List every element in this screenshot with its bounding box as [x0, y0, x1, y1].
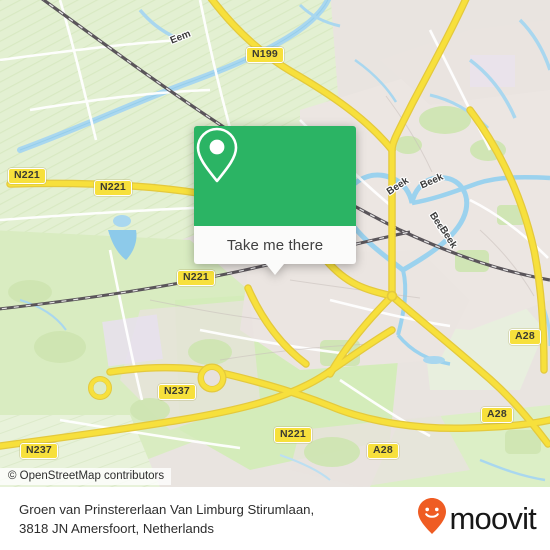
osm-attribution[interactable]: © OpenStreetMap contributors [0, 468, 172, 485]
take-me-there-label: Take me there [226, 236, 324, 254]
address-block: Groen van Prinstererlaan Van Limburg Sti… [19, 500, 314, 538]
moovit-logo[interactable]: moovit [417, 497, 537, 540]
road-shield-a28[interactable]: A28 [367, 443, 399, 459]
road-shield-n199[interactable]: N199 [246, 47, 284, 63]
road-shield-n237[interactable]: N237 [158, 384, 196, 400]
moovit-wordmark: moovit [449, 501, 536, 536]
popup-pointer-tail [266, 264, 284, 275]
footer-bar: Groen van Prinstererlaan Van Limburg Sti… [0, 487, 550, 550]
road-shield-a28[interactable]: A28 [481, 407, 513, 423]
road-shield-n221[interactable]: N221 [177, 270, 215, 286]
road-shield-n221[interactable]: N221 [274, 427, 312, 443]
moovit-map-screenshot: N199 N221 N221 N221 N237 N221 N237 A28 A… [0, 0, 550, 550]
road-shield-n221[interactable]: N221 [94, 180, 132, 196]
address-line-1: Groen van Prinstererlaan Van Limburg Sti… [19, 501, 315, 517]
road-shield-a28[interactable]: A28 [509, 329, 541, 345]
moovit-pin-smiley-icon [417, 497, 447, 540]
map-canvas[interactable]: N199 N221 N221 N221 N237 N221 N237 A28 A… [0, 0, 550, 487]
location-popup-card[interactable]: Take me there [194, 126, 356, 275]
popup-action-bar[interactable]: Take me there [194, 226, 356, 264]
popup-pin-header [194, 126, 356, 226]
address-line-2: 3818 JN Amersfoort, Netherlands [19, 520, 214, 536]
road-shield-n221[interactable]: N221 [8, 168, 46, 184]
road-shield-n237[interactable]: N237 [20, 443, 58, 459]
